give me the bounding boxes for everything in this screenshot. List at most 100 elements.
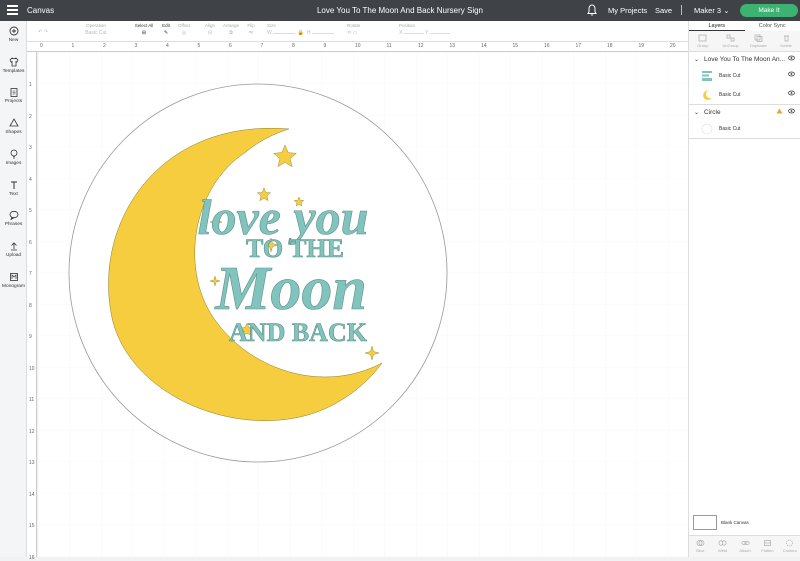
ruler-tick-label: 17 xyxy=(576,43,582,49)
design-canvas[interactable]: love you TO THE Moon AND BACK xyxy=(38,52,688,557)
document-title: Love You To The Moon And Back Nursery Si… xyxy=(0,6,800,15)
layer-row-text[interactable]: Basic Cut xyxy=(689,66,800,85)
sidebar-item-phrases[interactable]: Phrases xyxy=(0,210,27,227)
height-field[interactable] xyxy=(312,33,334,34)
contour-icon xyxy=(785,539,794,547)
eye-icon[interactable] xyxy=(788,108,795,114)
sidebar-item-upload[interactable]: Upload xyxy=(0,241,27,258)
ruler-tick-label: 7 xyxy=(261,43,264,49)
slice-icon xyxy=(696,539,705,547)
layer-row-moon[interactable]: Basic Cut xyxy=(689,85,800,104)
sidebar-item-shapes[interactable]: Shapes xyxy=(0,118,27,135)
machine-select[interactable]: Maker 3 ⌄ xyxy=(694,6,729,15)
flatten-icon xyxy=(763,539,772,547)
arrange-label: Arrange xyxy=(221,23,241,28)
monogram-icon xyxy=(9,272,19,282)
sidebar-item-projects[interactable]: Projects xyxy=(0,87,27,104)
operation-value: Basic Cut xyxy=(71,30,121,38)
ruler-tick-label: 6 xyxy=(229,43,232,49)
rotate-field[interactable]: ⟲ ▭ xyxy=(347,30,377,38)
sidebar-item-images[interactable]: Images xyxy=(0,149,27,166)
ruler-tick-label: 13 xyxy=(29,460,35,466)
contour-button[interactable]: Contour xyxy=(779,536,800,557)
phrase-line-and-back: AND BACK xyxy=(229,318,368,347)
slice-button[interactable]: Slice xyxy=(689,536,711,557)
layer-divider xyxy=(689,138,800,139)
layer-thumbnail-moon xyxy=(701,89,713,101)
select-all-button[interactable]: Select All ⊞ xyxy=(133,23,155,38)
my-projects-link[interactable]: My Projects xyxy=(608,6,647,15)
layer-thumbnail-text xyxy=(701,70,713,82)
edit-button[interactable]: Edit ✎ xyxy=(158,23,174,38)
sidebar-item-new[interactable]: New xyxy=(0,26,27,43)
ungroup-icon xyxy=(726,34,735,42)
flip-icon: ⇋ xyxy=(245,30,257,38)
undo-icon[interactable]: ↶ ↷ xyxy=(33,29,53,37)
app-title: Canvas xyxy=(27,6,54,15)
chevron-down-icon[interactable]: ⌄ xyxy=(694,56,700,63)
sidebar-item-text[interactable]: Text xyxy=(0,180,27,197)
ruler-tick-label: 5 xyxy=(198,43,201,49)
layer-group-circle[interactable]: ⌄ Circle xyxy=(689,105,800,119)
ruler-tick-label: 12 xyxy=(29,429,35,435)
weld-label: Weld xyxy=(718,548,727,553)
sidebar-item-label: Upload xyxy=(6,253,21,258)
chevron-down-icon[interactable]: ⌄ xyxy=(694,109,700,116)
sidebar-item-monogram[interactable]: Monogram xyxy=(0,272,27,289)
artwork: love you TO THE Moon AND BACK xyxy=(38,52,688,557)
eye-icon[interactable] xyxy=(788,71,795,77)
offset-button[interactable]: Offset ◎ xyxy=(176,23,192,38)
y-field[interactable] xyxy=(430,33,450,34)
sidebar-item-templates[interactable]: Templates xyxy=(0,57,27,74)
eye-icon[interactable] xyxy=(788,55,795,61)
flip-button[interactable]: Flip ⇋ xyxy=(245,23,257,38)
save-button[interactable]: Save xyxy=(655,6,672,15)
align-icon: ⊟ xyxy=(202,30,218,38)
operation-dropdown[interactable]: Operation Basic Cut xyxy=(71,23,121,38)
layer-group-phrase[interactable]: ⌄ Love You To The Moon An... xyxy=(689,52,800,66)
weld-icon xyxy=(718,539,727,547)
tab-color-sync[interactable]: Color Sync xyxy=(745,21,800,31)
layer-group-name: Circle xyxy=(704,109,721,116)
size-label: Size xyxy=(267,23,339,28)
group-button[interactable]: Group xyxy=(689,31,717,51)
group-label: Group xyxy=(697,43,708,48)
attach-icon xyxy=(741,539,750,547)
ruler-tick-label: 4 xyxy=(166,43,169,49)
warning-icon[interactable] xyxy=(776,108,783,114)
ruler-tick-label: 20 xyxy=(670,43,676,49)
duplicate-button[interactable]: Duplicate xyxy=(745,31,773,51)
x-field[interactable] xyxy=(404,33,424,34)
ruler-tick-label: 8 xyxy=(292,43,295,49)
y-label: Y xyxy=(425,30,428,36)
bell-icon[interactable] xyxy=(587,4,597,16)
attach-button[interactable]: Attach xyxy=(734,536,756,557)
horizontal-ruler: 0123456789101112131415161718192021 xyxy=(27,42,688,52)
height-label: H xyxy=(307,30,311,36)
plus-circle-icon xyxy=(9,26,19,36)
width-label: W xyxy=(267,30,272,36)
clipboard-icon xyxy=(9,87,19,97)
delete-button[interactable]: Delete xyxy=(772,31,800,51)
tab-layers[interactable]: Layers xyxy=(689,21,745,31)
ruler-tick-label: 2 xyxy=(29,114,32,120)
blank-canvas-row[interactable]: Blank Canvas xyxy=(693,515,749,530)
layer-row-circle[interactable]: Basic Cut xyxy=(689,119,800,138)
top-separator xyxy=(681,5,682,15)
layer-tools: Group UnGroup Duplicate Delete xyxy=(689,31,800,52)
flatten-button[interactable]: Flatten xyxy=(756,536,778,557)
hamburger-menu-icon[interactable] xyxy=(7,5,18,15)
layer-thumbnail-circle xyxy=(701,123,713,135)
ungroup-button[interactable]: UnGroup xyxy=(717,31,745,51)
ruler-tick-label: 10 xyxy=(29,366,35,372)
align-button[interactable]: Align ⊟ xyxy=(202,23,218,38)
arrange-button[interactable]: Arrange ⧉ xyxy=(221,23,241,38)
eye-icon[interactable] xyxy=(788,90,795,96)
offset-icon: ◎ xyxy=(176,30,192,38)
make-it-button[interactable]: Make It xyxy=(740,4,798,17)
operation-label: Operation xyxy=(71,23,121,28)
weld-button[interactable]: Weld xyxy=(711,536,733,557)
shirt-icon xyxy=(9,57,19,67)
width-field[interactable] xyxy=(273,33,295,34)
ruler-tick-label: 10 xyxy=(355,43,361,49)
